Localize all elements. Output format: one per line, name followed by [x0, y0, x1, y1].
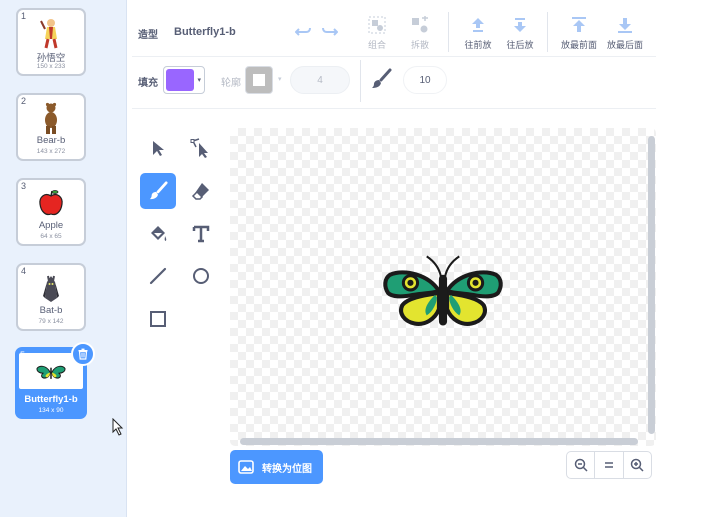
toolbar-divider	[448, 12, 449, 52]
chevron-down-icon: ▾	[278, 76, 282, 83]
paint-canvas[interactable]	[230, 128, 656, 446]
convert-to-bitmap-label: 转换为位图	[262, 463, 312, 475]
redo-button[interactable]	[317, 20, 343, 42]
costume-name: Bat-b	[39, 305, 63, 316]
zoom-controls	[566, 451, 652, 479]
paint-bucket-icon	[151, 226, 167, 241]
panel-divider	[112, 0, 127, 517]
bring-to-front-label: 放最前面	[560, 40, 597, 50]
text-tool[interactable]	[183, 216, 219, 252]
fill-label: 填充	[138, 78, 158, 89]
delete-costume-button[interactable]	[71, 342, 95, 366]
circle-icon	[193, 268, 209, 284]
backward-label: 往后放	[506, 40, 534, 50]
cursor-arrow-icon	[153, 141, 164, 156]
rectangle-tool[interactable]	[140, 301, 176, 337]
zoom-out-icon	[574, 458, 588, 472]
eraser-tool[interactable]	[183, 173, 219, 209]
ungroup-icon	[412, 16, 428, 33]
brush-icon	[370, 68, 392, 95]
forward-button[interactable]: 往前放	[456, 14, 500, 51]
toolbar-divider	[132, 108, 656, 109]
costume-name: Bear-b	[36, 135, 66, 146]
vertical-scrollbar[interactable]	[648, 136, 655, 434]
brush-tool[interactable]	[140, 173, 176, 209]
zoom-in-icon	[631, 458, 644, 472]
outline-color-picker[interactable]	[245, 66, 273, 94]
monkey-king-icon	[18, 16, 84, 50]
rectangle-icon	[150, 311, 166, 327]
brush-size-input[interactable]	[403, 66, 447, 94]
select-tool[interactable]	[140, 130, 176, 166]
line-tool[interactable]	[140, 258, 176, 294]
costume-size: 150 x 233	[36, 63, 66, 70]
zoom-reset-button[interactable]	[595, 452, 624, 478]
arrow-down-icon	[514, 18, 526, 32]
line-icon	[149, 267, 167, 285]
outline-width-input[interactable]	[290, 66, 350, 94]
horizontal-scrollbar[interactable]	[240, 438, 638, 445]
arrow-top-icon	[572, 17, 586, 32]
costume-size: 134 x 90	[38, 407, 64, 414]
circle-tool[interactable]	[183, 258, 219, 294]
toolbar-divider	[132, 56, 656, 57]
eraser-icon	[191, 183, 209, 200]
zoom-out-button[interactable]	[567, 452, 596, 478]
reshape-icon	[190, 138, 208, 158]
group-button[interactable]: 组合	[355, 14, 399, 51]
text-icon	[192, 225, 210, 243]
toolbar-divider	[360, 60, 361, 102]
ungroup-button[interactable]: 拆散	[398, 14, 442, 51]
send-to-back-label: 放最后面	[606, 40, 643, 50]
toolbar-divider	[547, 12, 548, 52]
bat-icon	[18, 271, 84, 305]
chevron-down-icon: ▾	[197, 77, 201, 84]
costume-size: 64 x 65	[40, 233, 62, 240]
arrow-bottom-icon	[618, 18, 632, 33]
image-icon	[238, 460, 254, 474]
costume-label: 造型	[138, 30, 158, 41]
costume-list: 1 孙悟空 150 x 233 2 Bear-b 143 x 272 3 App…	[0, 0, 112, 517]
bear-icon	[18, 101, 84, 135]
zoom-in-button[interactable]	[624, 452, 651, 478]
outline-label: 轮廓	[221, 78, 241, 89]
bring-to-front-button[interactable]: 放最前面	[556, 14, 602, 51]
costume-item-3[interactable]: 3 Apple 64 x 65	[16, 178, 86, 246]
convert-to-bitmap-button[interactable]: 转换为位图	[230, 450, 323, 484]
outline-color-swatch	[253, 74, 265, 86]
forward-label: 往前放	[464, 40, 492, 50]
brush-icon	[149, 181, 168, 200]
undo-icon	[295, 27, 311, 36]
costume-item-2[interactable]: 2 Bear-b 143 x 272	[16, 93, 86, 161]
redo-icon	[322, 27, 338, 36]
reshape-tool[interactable]	[183, 130, 219, 166]
costume-name: 孙悟空	[36, 53, 66, 64]
fill-color-picker[interactable]: ▾	[163, 66, 205, 94]
costume-name: Butterfly1-b	[24, 394, 78, 405]
costume-name-input[interactable]	[166, 20, 276, 44]
ungroup-label: 拆散	[410, 40, 429, 50]
costume-item-1[interactable]: 1 孙悟空 150 x 233	[16, 8, 86, 76]
zoom-reset-icon	[604, 462, 613, 468]
butterfly-sprite	[383, 255, 503, 326]
costume-item-4[interactable]: 4 Bat-b 79 x 142	[16, 263, 86, 331]
mouse-pointer-icon	[112, 418, 124, 436]
costume-size: 143 x 272	[36, 148, 66, 155]
group-icon	[368, 16, 386, 34]
group-label: 组合	[367, 40, 386, 50]
costume-name: Apple	[38, 220, 64, 231]
send-to-back-button[interactable]: 放最后面	[602, 14, 648, 51]
arrow-up-icon	[472, 18, 484, 32]
apple-icon	[18, 186, 84, 220]
fill-color-swatch	[166, 69, 194, 91]
backward-button[interactable]: 往后放	[498, 14, 542, 51]
fill-tool[interactable]	[140, 216, 176, 252]
trash-icon	[78, 348, 88, 360]
undo-button[interactable]	[290, 20, 316, 42]
costume-size: 79 x 142	[38, 318, 64, 325]
